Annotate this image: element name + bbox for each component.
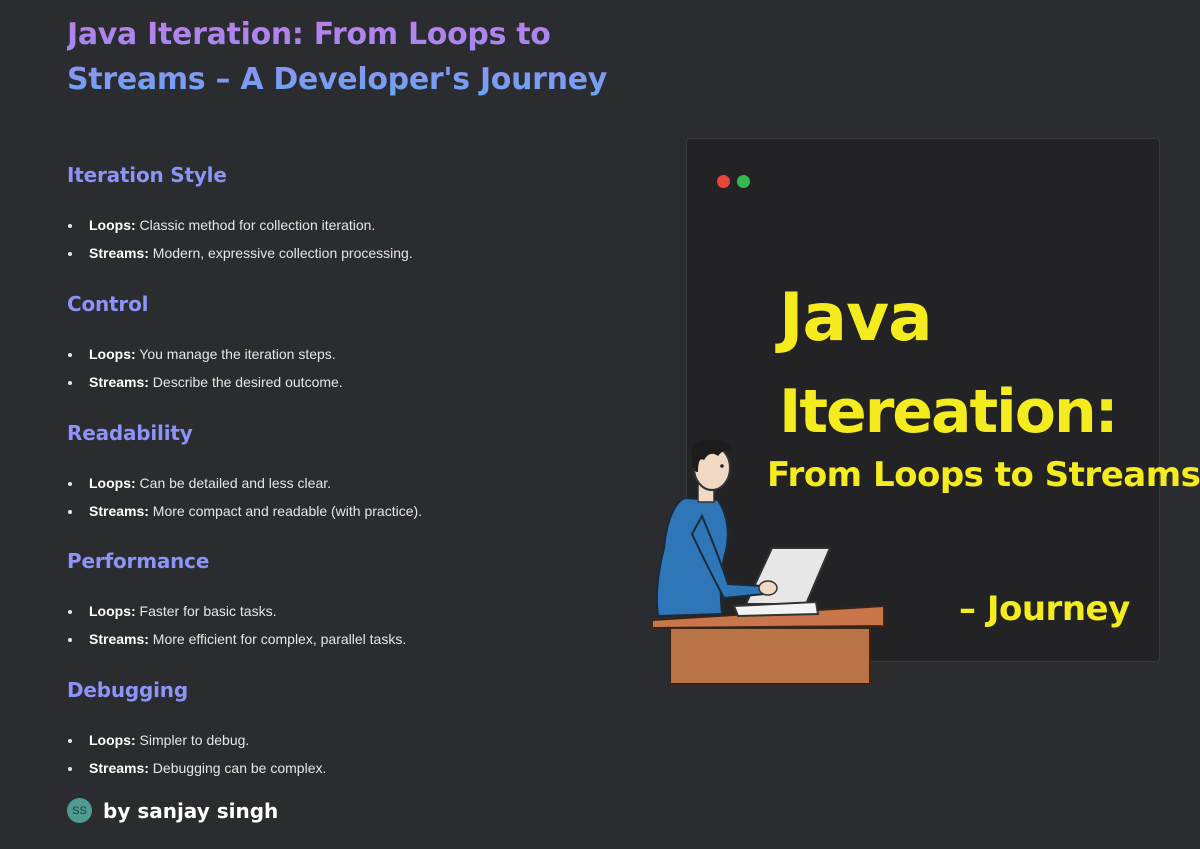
- hero-title-line-1: Java: [779, 279, 933, 356]
- list-item: Streams: More efficient for complex, par…: [67, 625, 627, 653]
- item-text: Modern, expressive collection processing…: [148, 245, 413, 261]
- window-close-dot-icon: [717, 175, 730, 188]
- item-label: Streams:: [89, 374, 149, 390]
- list-item: Loops: Faster for basic tasks.: [67, 597, 627, 625]
- section-control: Control Loops: You manage the iteration …: [67, 291, 627, 396]
- section-performance: Performance Loops: Faster for basic task…: [67, 548, 627, 653]
- section-debugging: Debugging Loops: Simpler to debug. Strea…: [67, 677, 627, 782]
- list-item: Streams: Debugging can be complex.: [67, 754, 627, 782]
- item-text: Classic method for collection iteration.: [135, 217, 376, 233]
- section-heading: Control: [67, 291, 627, 317]
- item-label: Loops:: [89, 475, 136, 491]
- bullet-list: Loops: Can be detailed and less clear. S…: [67, 469, 627, 525]
- item-label: Streams:: [89, 631, 149, 647]
- section-heading: Debugging: [67, 677, 627, 703]
- item-text: Can be detailed and less clear.: [135, 475, 332, 491]
- item-text: Faster for basic tasks.: [135, 603, 277, 619]
- developer-at-laptop-icon: [651, 439, 885, 685]
- section-readability: Readability Loops: Can be detailed and l…: [67, 420, 627, 525]
- list-item: Loops: You manage the iteration steps.: [67, 340, 627, 368]
- section-heading: Readability: [67, 420, 627, 446]
- item-text: More compact and readable (with practice…: [148, 503, 423, 519]
- item-label: Streams:: [89, 245, 149, 261]
- author-name[interactable]: by sanjay singh: [103, 799, 278, 823]
- item-label: Streams:: [89, 503, 149, 519]
- section-iteration-style: Iteration Style Loops: Classic method fo…: [67, 162, 627, 267]
- bullet-list: Loops: Classic method for collection ite…: [67, 211, 627, 267]
- avatar[interactable]: SS: [67, 798, 92, 823]
- list-item: Streams: More compact and readable (with…: [67, 497, 627, 525]
- hero-title-line-2: Itereation:: [779, 377, 1119, 447]
- item-text: You manage the iteration steps.: [135, 346, 336, 362]
- item-label: Streams:: [89, 760, 149, 776]
- article-column: Java Iteration: From Loops to Streams – …: [67, 12, 627, 102]
- hero-illustration: Java Itereation: From Loops to Streams –…: [648, 138, 1200, 690]
- bullet-list: Loops: Simpler to debug. Streams: Debugg…: [67, 726, 627, 782]
- item-label: Loops:: [89, 732, 136, 748]
- author-byline[interactable]: SS by sanjay singh: [67, 798, 278, 823]
- window-maximize-dot-icon: [737, 175, 750, 188]
- list-item: Streams: Modern, expressive collection p…: [67, 239, 627, 267]
- item-label: Loops:: [89, 346, 136, 362]
- item-label: Loops:: [89, 603, 136, 619]
- section-heading: Performance: [67, 548, 627, 574]
- list-item: Loops: Classic method for collection ite…: [67, 211, 627, 239]
- item-text: Debugging can be complex.: [148, 760, 327, 776]
- item-label: Loops:: [89, 217, 136, 233]
- hero-title-line-4: – Journey: [959, 589, 1130, 629]
- item-text: More efficient for complex, parallel tas…: [148, 631, 407, 647]
- page-title: Java Iteration: From Loops to Streams – …: [67, 12, 627, 102]
- bullet-list: Loops: You manage the iteration steps. S…: [67, 340, 627, 396]
- section-heading: Iteration Style: [67, 162, 627, 188]
- item-text: Simpler to debug.: [135, 732, 250, 748]
- item-text: Describe the desired outcome.: [148, 374, 343, 390]
- list-item: Loops: Can be detailed and less clear.: [67, 469, 627, 497]
- list-item: Loops: Simpler to debug.: [67, 726, 627, 754]
- list-item: Streams: Describe the desired outcome.: [67, 368, 627, 396]
- bullet-list: Loops: Faster for basic tasks. Streams: …: [67, 597, 627, 653]
